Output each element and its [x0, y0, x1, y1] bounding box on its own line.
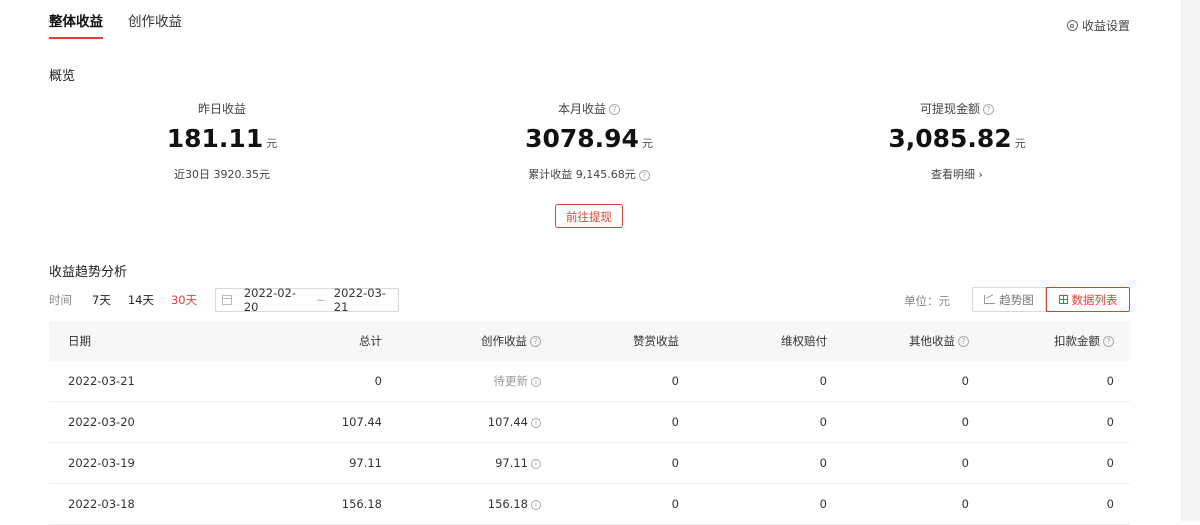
info-icon[interactable]: i — [531, 376, 541, 387]
cell-tip: 0 — [541, 401, 679, 443]
cell-rights: 0 — [679, 442, 827, 484]
right-scrollbar[interactable] — [1181, 0, 1200, 521]
range-14-days[interactable]: 14天 — [128, 292, 154, 308]
date-separator: ~ — [316, 292, 326, 307]
income-settings-link[interactable]: 收益设置 — [1066, 17, 1130, 34]
income-settings-label: 收益设置 — [1081, 19, 1130, 33]
cell-total: 97.11 — [208, 442, 382, 484]
table-row: 2022-03-19 97.11 97.11 i 0 0 0 0 — [49, 442, 1130, 484]
cell-creation: 156.18 i — [382, 483, 541, 525]
cell-tip: 0 — [541, 442, 679, 484]
header-other: 其他收益? — [827, 321, 972, 361]
tab-creation-income[interactable]: 创作收益 — [128, 0, 182, 40]
help-icon[interactable]: ? — [609, 104, 620, 115]
stat-sub: 近30日 3920.35元 — [174, 168, 270, 181]
info-icon[interactable]: i — [531, 499, 541, 510]
time-filter: 时间 7天 14天 30天 2022-02-20 ~ 2022-03-21 — [49, 285, 400, 314]
header-creation: 创作收益? — [382, 321, 541, 361]
stat-value: 3078.94 元 — [525, 124, 653, 153]
view-details-link[interactable]: 查看明细 › — [807, 167, 1107, 183]
range-30-days[interactable]: 30天 — [171, 292, 197, 308]
stat-label: 可提现金额? — [807, 100, 1107, 118]
data-list-button[interactable]: 数据列表 — [1046, 287, 1130, 312]
cell-total: 0 — [208, 361, 382, 402]
unit-label: 单位：元 — [904, 294, 950, 308]
date-range-picker[interactable]: 2022-02-20 ~ 2022-03-21 — [215, 285, 400, 314]
cell-deduction: 0 — [972, 442, 1130, 484]
stat-value: 181.11 元 — [166, 124, 278, 153]
data-list-label: 数据列表 — [1071, 292, 1118, 307]
cell-creation: 107.44 i — [382, 401, 541, 443]
stat-label: 本月收益? — [439, 100, 739, 118]
line-chart-icon — [984, 295, 996, 304]
range-7-days[interactable]: 7天 — [92, 292, 111, 308]
cell-date: 2022-03-19 — [49, 442, 208, 484]
info-icon[interactable]: i — [531, 417, 541, 428]
stat-value: 3,085.82 元 — [888, 124, 1026, 153]
header-tip: 赞赏收益 — [633, 334, 679, 348]
table-header-row: 日期 总计 创作收益? 赞赏收益 维权赔付 其他收益? 扣款金额? — [49, 321, 1130, 361]
cell-deduction: 0 — [972, 361, 1130, 402]
cell-total: 156.18 — [208, 483, 382, 525]
help-icon[interactable]: ? — [638, 169, 650, 181]
table-row: 2022-03-21 0 待更新 i 0 0 0 0 — [49, 361, 1130, 402]
header-date: 日期 — [68, 334, 91, 348]
trend-title: 收益趋势分析 — [49, 265, 128, 280]
calendar-icon — [222, 294, 232, 305]
time-label: 时间 — [49, 292, 72, 307]
date-end: 2022-03-21 — [333, 285, 386, 314]
table-row: 2022-03-18 156.18 156.18 i 0 0 0 0 — [49, 483, 1130, 525]
tab-bar: 整体收益 创作收益 — [49, 0, 182, 40]
table-icon — [1058, 295, 1068, 304]
stat-sub: 累计收益 9,145.68元? — [439, 167, 739, 183]
cell-total: 107.44 — [208, 401, 382, 443]
header-rights: 维权赔付 — [781, 334, 827, 348]
chevron-right-icon: › — [978, 168, 983, 181]
help-icon[interactable]: ? — [530, 336, 541, 347]
stat-month: 本月收益? 3078.94 元 累计收益 9,145.68元? — [439, 100, 739, 183]
cell-rights: 0 — [679, 401, 827, 443]
header-deduction: 扣款金额? — [972, 321, 1130, 361]
withdraw-button[interactable]: 前往提现 — [555, 204, 623, 228]
cell-tip: 0 — [541, 361, 679, 402]
cell-other: 0 — [827, 442, 972, 484]
help-icon[interactable]: ? — [958, 336, 969, 347]
cell-creation: 待更新 i — [382, 361, 541, 402]
header-total: 总计 — [359, 334, 382, 348]
cell-other: 0 — [827, 483, 972, 525]
cell-date: 2022-03-20 — [49, 401, 208, 443]
stat-label: 昨日收益 — [197, 102, 246, 116]
cell-deduction: 0 — [972, 401, 1130, 443]
help-icon[interactable]: ? — [983, 104, 994, 115]
date-start: 2022-02-20 — [243, 285, 297, 314]
gear-icon — [1066, 20, 1078, 31]
help-icon[interactable]: ? — [1103, 336, 1114, 347]
stat-yesterday: 昨日收益 181.11 元 近30日 3920.35元 — [72, 100, 372, 183]
cell-other: 0 — [827, 361, 972, 402]
trend-chart-button[interactable]: 趋势图 — [972, 287, 1046, 312]
overview-title: 概览 — [49, 69, 76, 84]
cell-creation: 97.11 i — [382, 442, 541, 484]
info-icon[interactable]: i — [531, 458, 541, 469]
tab-overall-income[interactable]: 整体收益 — [49, 0, 103, 40]
cell-other: 0 — [827, 401, 972, 443]
trend-chart-label: 趋势图 — [999, 292, 1034, 307]
table-row: 2022-03-20 107.44 107.44 i 0 0 0 0 — [49, 401, 1130, 443]
income-table: 日期 总计 创作收益? 赞赏收益 维权赔付 其他收益? 扣款金额? 2022-0… — [49, 321, 1130, 525]
cell-date: 2022-03-18 — [49, 483, 208, 525]
cell-tip: 0 — [541, 483, 679, 525]
cell-deduction: 0 — [972, 483, 1130, 525]
cell-rights: 0 — [679, 483, 827, 525]
cell-date: 2022-03-21 — [49, 361, 208, 402]
stat-withdrawable: 可提现金额? 3,085.82 元 查看明细 › — [807, 100, 1107, 183]
cell-rights: 0 — [679, 361, 827, 402]
